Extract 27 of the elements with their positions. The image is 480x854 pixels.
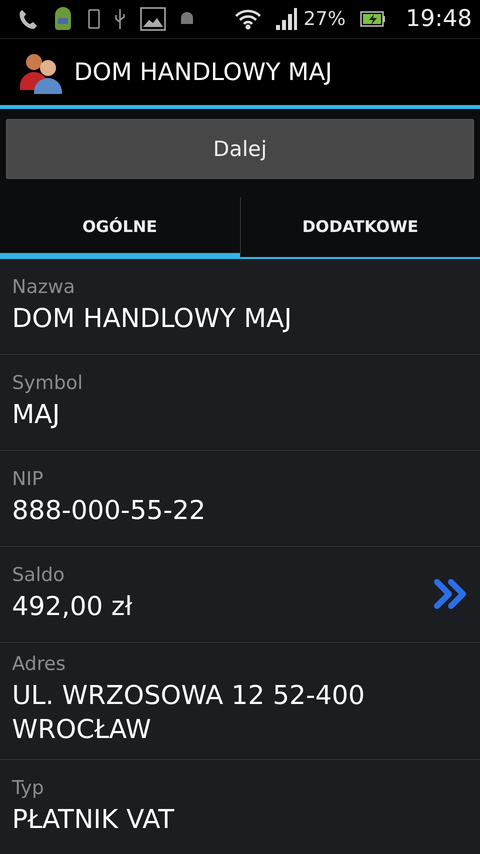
field-label: Saldo: [12, 564, 66, 586]
signal-icon: [275, 8, 298, 30]
clock-time: 19:48: [406, 6, 472, 32]
field-value: DOM HANDLOWY MAJ: [12, 302, 293, 336]
battery-charging-icon: [360, 10, 386, 28]
field-value: 492,00 zł: [12, 590, 134, 624]
field-value: PŁATNIK VAT: [12, 804, 176, 836]
double-chevron-icon[interactable]: [434, 578, 468, 610]
field-value: MAJ: [12, 398, 61, 432]
phone-outline-icon: [88, 9, 100, 29]
field-value: 888-000-55-22: [12, 494, 207, 528]
tab[interactable]: DODATKOWE: [240, 197, 480, 259]
field-label: Nazwa: [12, 276, 76, 298]
field-label: Symbol: [12, 372, 84, 394]
wifi-icon: [235, 8, 262, 30]
field-label: Adres: [12, 653, 67, 675]
field-label: Typ: [12, 776, 45, 798]
usb-icon: [114, 8, 126, 30]
tab[interactable]: OGÓLNE: [0, 197, 240, 259]
screen-title: DOM HANDLOWY MAJ: [74, 58, 332, 86]
phone-icon: [18, 8, 38, 30]
android-icon: [52, 5, 74, 33]
battery-percent: 27%: [303, 8, 346, 30]
field-value: UL. WRZOSOWA 12 52-400 WROCŁAW: [12, 680, 366, 747]
image-icon: [140, 7, 166, 31]
field-label: NIP: [12, 468, 44, 490]
next-button[interactable]: Dalej: [6, 119, 474, 179]
